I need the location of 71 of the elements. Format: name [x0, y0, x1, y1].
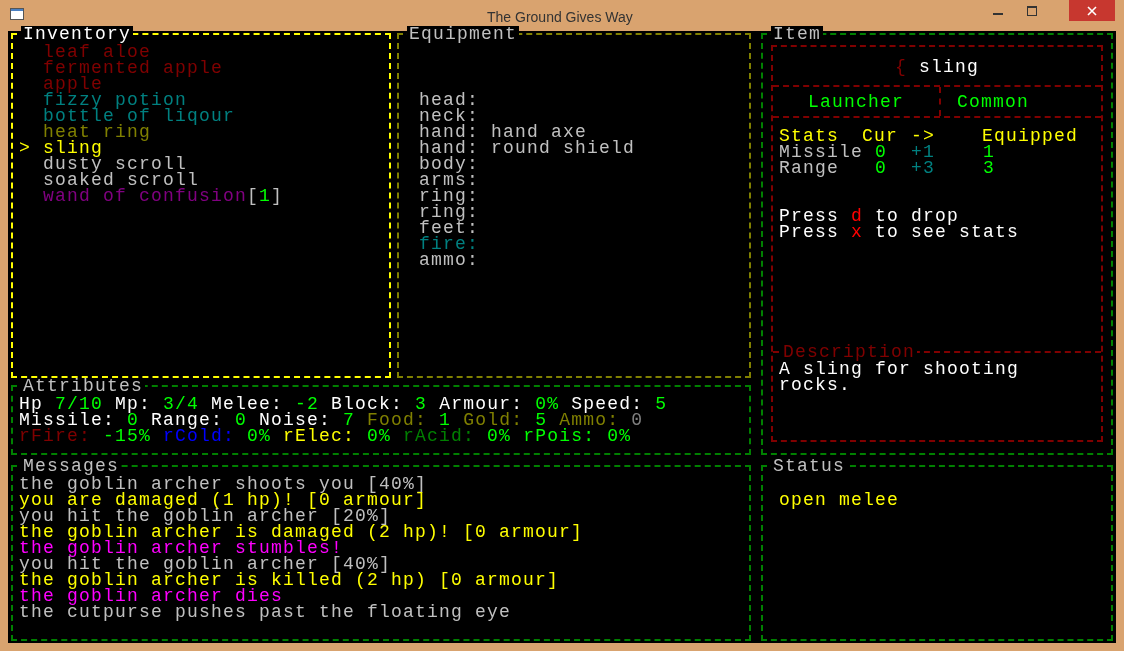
panel-title: Inventory	[21, 26, 134, 42]
equipment-slot-label: ring:	[419, 188, 480, 204]
item-rarity: Common	[957, 93, 1029, 110]
message-line: the goblin archer stumbles!	[19, 540, 344, 556]
item-category: Launcher	[808, 93, 904, 110]
equipped-item-name: hand axe	[491, 124, 587, 140]
attribute-value: -2	[295, 394, 320, 414]
attribute-value: 5	[655, 394, 668, 414]
item-charges: 1	[259, 186, 272, 206]
equipment-slot-label: ammo:	[419, 252, 480, 268]
stats-header: ->	[911, 128, 936, 144]
panel-title: Status	[771, 458, 847, 474]
stat-name: Missile	[779, 144, 864, 160]
equipment-slot-label: fire:	[419, 236, 480, 252]
equipment-slot-label: body:	[419, 156, 480, 172]
message-line: the cutpurse pushes past the floating eye	[19, 604, 512, 620]
window-icon	[10, 8, 24, 20]
item-glyph: {	[895, 57, 907, 77]
message-line: the goblin archer dies	[19, 588, 284, 604]
message-line: the goblin archer shoots you [40%]	[19, 476, 428, 492]
hint-text: to drop	[875, 206, 960, 226]
attribute-value: 0%	[247, 426, 272, 446]
stat-change: +3	[911, 160, 936, 176]
close-button[interactable]	[1069, 0, 1115, 21]
equipment-slot-label: hand:	[419, 140, 480, 156]
attribute-value: -15%	[103, 426, 152, 446]
item-description: A sling for shooting rocks.	[779, 361, 1021, 393]
item-name: sling	[918, 57, 979, 77]
attribute-value: 3/4	[163, 394, 200, 414]
attribute-value: 0%	[607, 426, 632, 446]
message-line: you are damaged (1 hp)! [0 armour]	[19, 492, 428, 508]
minimize-icon	[993, 12, 1003, 15]
stats-header: Equipped	[982, 128, 1079, 144]
equipment-slot-label: feet:	[419, 220, 480, 236]
panel-title: Description	[781, 344, 918, 360]
message-line: the goblin archer is damaged (2 hp)! [0 armour]	[19, 524, 584, 540]
panel-title: Attributes	[21, 378, 146, 394]
equipment-slot-label: head:	[419, 92, 480, 108]
panel-title: Messages	[21, 458, 121, 474]
stat-change: +1	[911, 144, 936, 160]
inventory-item[interactable]: fizzy potion	[19, 92, 188, 108]
window-title: The Ground Gives Way	[487, 8, 633, 26]
close-icon	[1087, 5, 1097, 16]
inventory-item[interactable]: heat ring	[19, 124, 152, 140]
inventory-item[interactable]: dusty scroll	[19, 156, 188, 172]
status-text: open melee	[779, 492, 900, 508]
stat-current: 0	[875, 160, 888, 176]
equipped-item-name: round shield	[491, 140, 636, 156]
item-charges: ]	[271, 186, 284, 206]
attribute-label: rFire:	[19, 426, 91, 446]
equipment-slot-label: ring:	[419, 204, 480, 220]
inventory-item[interactable]: > sling	[19, 140, 103, 156]
message-line: you hit the goblin archer [20%]	[19, 508, 392, 524]
inventory-item[interactable]: bottle of liqour	[19, 108, 236, 124]
item-charges: [	[247, 186, 260, 206]
attribute-label: Hp	[19, 394, 43, 414]
equipment-slot-label: arms:	[419, 172, 480, 188]
stat-equipped: 3	[983, 160, 996, 176]
equipment-slot-label: hand:	[419, 124, 480, 140]
equipment-slot-label: neck:	[419, 108, 480, 124]
inventory-item[interactable]: soaked scroll	[19, 172, 200, 188]
stat-current: 0	[875, 144, 888, 160]
message-line: you hit the goblin archer [40%]	[19, 556, 392, 572]
inventory-item[interactable]: wand of confusion	[19, 188, 248, 204]
stat-name: Range	[779, 160, 840, 176]
panel-title: Equipment	[407, 26, 520, 42]
stats-header: Cur	[862, 128, 899, 144]
maximize-icon	[1027, 5, 1037, 16]
panel-title: Item	[771, 26, 823, 42]
message-line: the goblin archer is killed (2 hp) [0 armour]	[19, 572, 560, 588]
stat-equipped: 1	[983, 144, 995, 160]
